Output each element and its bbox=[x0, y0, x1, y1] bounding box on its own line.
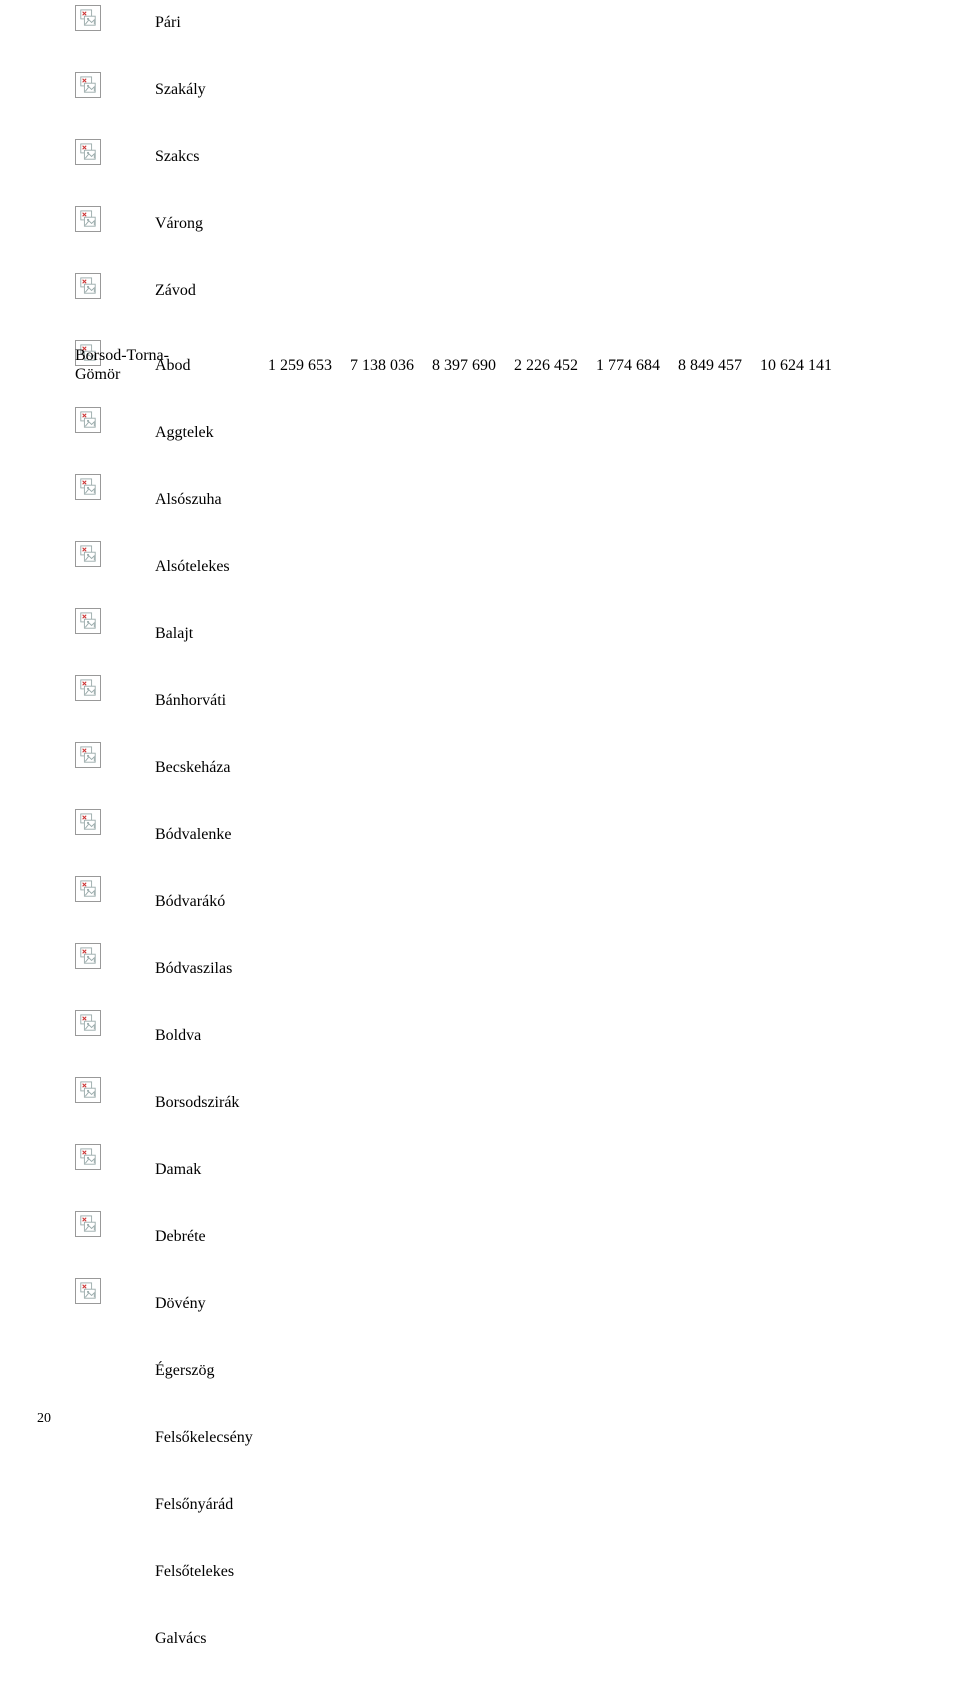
item-label: Boldva bbox=[155, 1027, 201, 1045]
item-label: Felsőtelekes bbox=[155, 1563, 234, 1581]
item-label: Pári bbox=[155, 14, 181, 32]
item-label: Bódvaszilas bbox=[155, 960, 232, 978]
list-item: Alsótelekes bbox=[155, 558, 935, 625]
list-item: Pári bbox=[155, 14, 935, 81]
list-item: Bódvalenke bbox=[155, 826, 935, 893]
list-item: Várong bbox=[155, 215, 935, 282]
abod-value: 10 624 141 bbox=[760, 357, 832, 375]
list-item: Becskeháza bbox=[155, 759, 935, 826]
broken-image-icon bbox=[75, 474, 101, 500]
list-item: Alsószuha bbox=[155, 491, 935, 558]
abod-value: 8 849 457 bbox=[678, 357, 742, 375]
item-label: Várong bbox=[155, 215, 203, 233]
item-label: Becskeháza bbox=[155, 759, 231, 777]
list-item: Szakály bbox=[155, 81, 935, 148]
broken-image-icon bbox=[75, 742, 101, 768]
broken-image-icon bbox=[75, 1278, 101, 1304]
list-item: Felsőtelekes bbox=[155, 1563, 935, 1630]
data-row-abod: Abod 1 259 653 7 138 036 8 397 690 2 226 452… bbox=[155, 349, 935, 424]
abod-name: Abod bbox=[155, 357, 250, 375]
broken-image-icon bbox=[75, 541, 101, 567]
list-item: Balajt bbox=[155, 625, 935, 692]
item-label: Dövény bbox=[155, 1295, 206, 1313]
item-label: Szakcs bbox=[155, 148, 199, 166]
broken-image-icon bbox=[75, 1144, 101, 1170]
icon-column bbox=[75, 5, 105, 1345]
broken-image-icon bbox=[75, 809, 101, 835]
list-item: Dövény bbox=[155, 1295, 935, 1362]
item-label: Bánhorváti bbox=[155, 692, 226, 710]
item-label: Borsodszirák bbox=[155, 1094, 239, 1112]
broken-image-icon bbox=[75, 943, 101, 969]
item-label: Damak bbox=[155, 1161, 201, 1179]
list-item: Boldva bbox=[155, 1027, 935, 1094]
broken-image-icon bbox=[75, 1010, 101, 1036]
broken-image-icon bbox=[75, 675, 101, 701]
broken-image-icon bbox=[75, 876, 101, 902]
item-label: Závod bbox=[155, 282, 196, 300]
list-item: Borsodszirák bbox=[155, 1094, 935, 1161]
abod-value: 2 226 452 bbox=[514, 357, 578, 375]
list-item: Bódvaszilas bbox=[155, 960, 935, 1027]
list-item: Damak bbox=[155, 1161, 935, 1228]
abod-value: 1 774 684 bbox=[596, 357, 660, 375]
list-item: Závod bbox=[155, 282, 935, 349]
page-number: 20 bbox=[37, 1411, 51, 1427]
item-label: Galvács bbox=[155, 1630, 207, 1648]
item-label: Égerszög bbox=[155, 1362, 215, 1380]
abod-value: 1 259 653 bbox=[268, 357, 332, 375]
list-item: Aggtelek bbox=[155, 424, 935, 491]
item-label: Alsószuha bbox=[155, 491, 222, 509]
item-label: Felsőkelecsény bbox=[155, 1429, 253, 1447]
item-label: Balajt bbox=[155, 625, 193, 643]
broken-image-icon bbox=[75, 5, 101, 31]
list-item: Debréte bbox=[155, 1228, 935, 1295]
abod-value: 8 397 690 bbox=[432, 357, 496, 375]
list-item: Szakcs bbox=[155, 148, 935, 215]
list-item: Égerszög bbox=[155, 1362, 935, 1429]
item-label: Bódvalenke bbox=[155, 826, 231, 844]
broken-image-icon bbox=[75, 72, 101, 98]
list-item: Felsőnyárád bbox=[155, 1496, 935, 1563]
list-item: Bánhorváti bbox=[155, 692, 935, 759]
broken-image-icon bbox=[75, 139, 101, 165]
list-item: Felsőkelecsény bbox=[155, 1429, 935, 1496]
item-label: Felsőnyárád bbox=[155, 1496, 233, 1514]
broken-image-icon bbox=[75, 608, 101, 634]
item-label: Aggtelek bbox=[155, 424, 214, 442]
broken-image-icon bbox=[75, 1211, 101, 1237]
abod-value: 7 138 036 bbox=[350, 357, 414, 375]
item-label: Szakály bbox=[155, 81, 206, 99]
broken-image-icon bbox=[75, 407, 101, 433]
item-label: Bódvarákó bbox=[155, 893, 225, 911]
list-item: Galvács bbox=[155, 1630, 935, 1697]
list-item: Bódvarákó bbox=[155, 893, 935, 960]
item-label: Alsótelekes bbox=[155, 558, 230, 576]
group-label-line2: Gömör bbox=[75, 366, 120, 383]
broken-image-icon bbox=[75, 273, 101, 299]
item-label: Debréte bbox=[155, 1228, 206, 1246]
broken-image-icon bbox=[75, 1077, 101, 1103]
page: Borsod-Torna- Gömör PáriSzakálySzakcsVár… bbox=[0, 0, 960, 1445]
broken-image-icon bbox=[75, 206, 101, 232]
